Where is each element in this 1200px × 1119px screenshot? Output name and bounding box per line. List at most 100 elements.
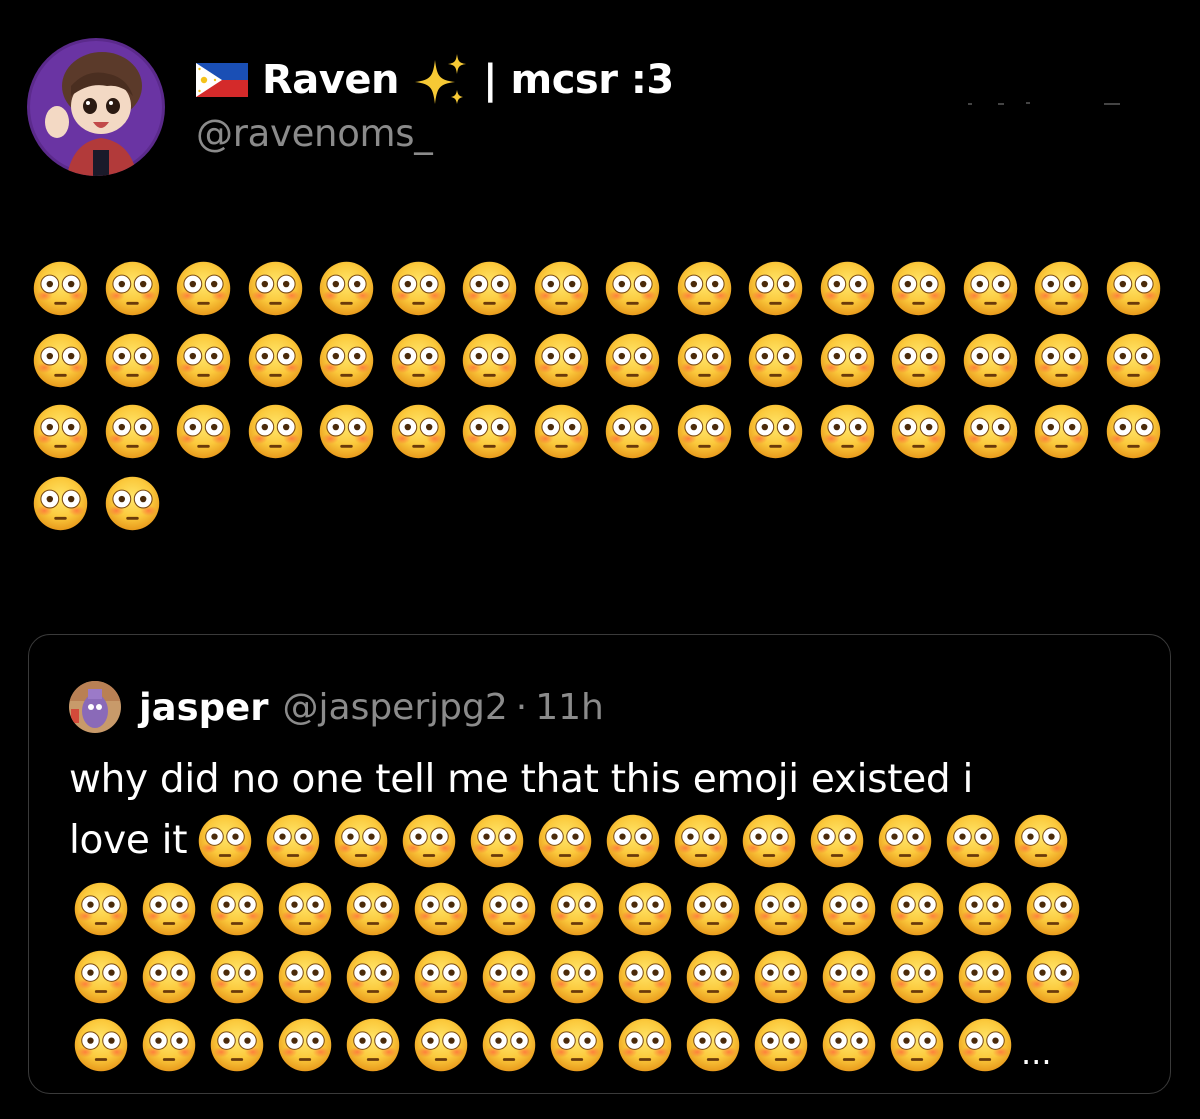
flushed-face-emoji <box>104 403 161 460</box>
flushed-face-emoji <box>549 1017 605 1073</box>
obscured-text <box>968 92 1128 105</box>
flushed-face-emoji <box>247 260 304 317</box>
flushed-face-emoji <box>889 1017 945 1073</box>
quoted-text-line-1: why did no one tell me that this emoji e… <box>69 757 974 802</box>
flushed-face-emoji <box>413 881 469 937</box>
flushed-face-emoji <box>877 813 933 869</box>
flushed-face-emoji <box>890 403 947 460</box>
flushed-face-emoji <box>676 260 733 317</box>
flushed-face-emoji <box>175 403 232 460</box>
flushed-face-emoji <box>141 949 197 1005</box>
flushed-face-emoji <box>753 881 809 937</box>
flushed-face-emoji <box>481 1017 537 1073</box>
flushed-face-emoji <box>673 813 729 869</box>
flushed-face-emoji <box>604 332 661 389</box>
flushed-face-emoji <box>277 1017 333 1073</box>
quoted-text-line-2: love it <box>69 812 1081 869</box>
flushed-face-emoji <box>413 1017 469 1073</box>
flushed-face-emoji <box>890 332 947 389</box>
emoji-row <box>32 260 1172 317</box>
flushed-face-emoji <box>821 1017 877 1073</box>
flushed-face-emoji <box>1025 881 1081 937</box>
flushed-face-emoji <box>277 881 333 937</box>
quoted-timestamp[interactable]: 11h <box>535 687 604 728</box>
flushed-face-emoji <box>209 949 265 1005</box>
quoted-author-handle[interactable]: @jasperjpg2 <box>283 687 508 728</box>
author-avatar[interactable] <box>27 38 165 176</box>
flushed-face-emoji <box>333 813 389 869</box>
author-name-suffix: | mcsr :3 <box>482 57 674 103</box>
flushed-face-emoji <box>889 949 945 1005</box>
flushed-face-emoji <box>685 881 741 937</box>
flushed-face-emoji <box>1025 949 1081 1005</box>
flushed-face-emoji <box>753 1017 809 1073</box>
flushed-face-emoji <box>617 949 673 1005</box>
flushed-face-emoji <box>1105 260 1162 317</box>
flushed-face-emoji <box>469 813 525 869</box>
flushed-face-emoji <box>209 881 265 937</box>
flushed-face-emoji <box>32 475 89 532</box>
flushed-face-emoji <box>533 260 590 317</box>
flushed-face-emoji <box>1033 260 1090 317</box>
quoted-tweet-header: jasper @jasperjpg2 · 11h <box>69 681 604 733</box>
flushed-face-emoji <box>481 949 537 1005</box>
flushed-face-emoji <box>549 949 605 1005</box>
flushed-face-emoji <box>747 332 804 389</box>
quoted-emoji-row <box>73 949 1081 1005</box>
flushed-face-emoji <box>209 1017 265 1073</box>
emoji-row <box>32 332 1172 389</box>
flushed-face-emoji <box>345 949 401 1005</box>
author-display-name[interactable]: Raven <box>262 57 399 103</box>
flushed-face-emoji <box>247 403 304 460</box>
quoted-text-love-it: love it <box>69 818 188 863</box>
flushed-face-emoji <box>318 332 375 389</box>
flushed-face-emoji <box>104 475 161 532</box>
flushed-face-emoji <box>685 949 741 1005</box>
flushed-face-emoji <box>617 881 673 937</box>
flushed-face-emoji <box>32 260 89 317</box>
flushed-face-emoji <box>617 1017 673 1073</box>
emoji-row <box>32 475 1172 532</box>
flushed-face-emoji <box>604 403 661 460</box>
flushed-face-emoji <box>819 260 876 317</box>
flushed-face-emoji <box>1105 403 1162 460</box>
flushed-face-emoji <box>676 403 733 460</box>
flushed-face-emoji <box>889 881 945 937</box>
flushed-face-emoji <box>1033 403 1090 460</box>
quoted-author-name[interactable]: jasper <box>139 686 269 729</box>
flushed-face-emoji <box>533 332 590 389</box>
separator-dot: · <box>515 686 528 728</box>
flushed-face-emoji <box>277 949 333 1005</box>
flushed-face-emoji <box>821 949 877 1005</box>
flushed-face-emoji <box>962 403 1019 460</box>
flushed-face-emoji <box>821 881 877 937</box>
author-name-row: Raven | mcsr :3 <box>196 52 674 108</box>
author-handle[interactable]: @ravenoms_ <box>196 112 433 155</box>
flushed-face-emoji <box>604 260 661 317</box>
philippines-flag-icon <box>196 63 248 97</box>
flushed-face-emoji <box>962 332 1019 389</box>
flushed-face-emoji <box>141 881 197 937</box>
flushed-face-emoji <box>318 260 375 317</box>
flushed-face-emoji <box>32 403 89 460</box>
quoted-tweet-card[interactable]: jasper @jasperjpg2 · 11h why did no one … <box>28 634 1171 1094</box>
flushed-face-emoji <box>962 260 1019 317</box>
flushed-face-emoji <box>197 813 253 869</box>
flushed-face-emoji <box>73 881 129 937</box>
flushed-face-emoji <box>413 949 469 1005</box>
flushed-face-emoji <box>1105 332 1162 389</box>
flushed-face-emoji <box>318 403 375 460</box>
flushed-face-emoji <box>461 403 518 460</box>
flushed-face-emoji <box>685 1017 741 1073</box>
flushed-face-emoji <box>390 260 447 317</box>
quoted-author-avatar[interactable] <box>69 681 121 733</box>
flushed-face-emoji <box>957 1017 1013 1073</box>
flushed-face-emoji <box>819 403 876 460</box>
flushed-face-emoji <box>809 813 865 869</box>
flushed-face-emoji <box>73 1017 129 1073</box>
flushed-face-emoji <box>481 881 537 937</box>
flushed-face-emoji <box>345 1017 401 1073</box>
flushed-face-emoji <box>741 813 797 869</box>
quoted-emoji-row <box>73 881 1081 937</box>
flushed-face-emoji <box>390 403 447 460</box>
